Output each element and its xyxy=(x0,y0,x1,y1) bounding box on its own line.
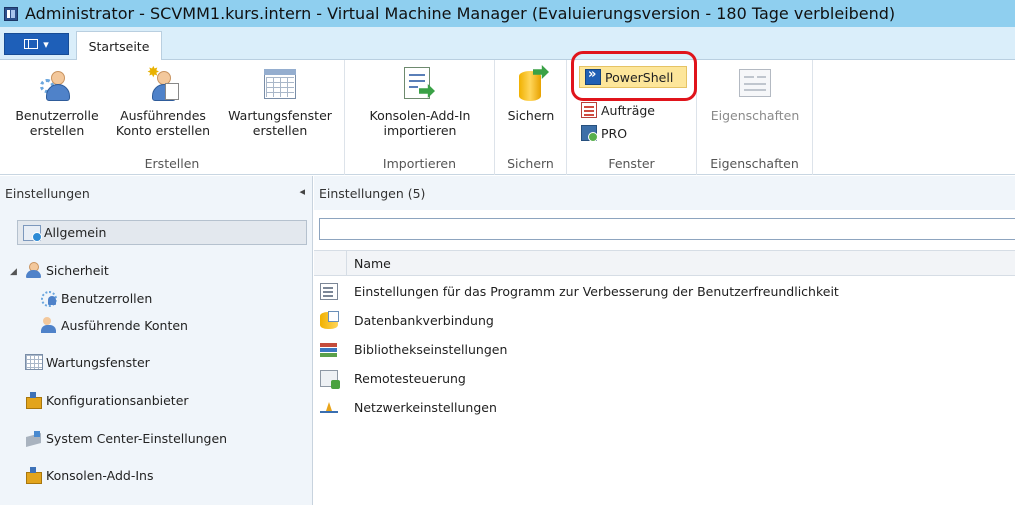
table-row[interactable]: Remotesteuerung xyxy=(314,364,1015,393)
nav-item-general[interactable]: Allgemein xyxy=(17,220,307,245)
backup-button[interactable]: Sichern xyxy=(499,65,563,123)
table-row[interactable]: Netzwerkeinstellungen xyxy=(314,393,1015,422)
network-settings-icon xyxy=(320,399,338,416)
properties-label: Eigenschaften xyxy=(710,108,800,123)
icon-column-header[interactable] xyxy=(314,250,347,276)
improvement-program-icon xyxy=(320,283,338,300)
properties-icon xyxy=(737,65,773,103)
create-maint-label-1: Wartungsfenster xyxy=(228,108,332,123)
nav-item-addins-label: Konsolen-Add-Ins xyxy=(46,467,154,483)
nav-item-user-roles-label: Benutzerrollen xyxy=(61,290,153,306)
import-console-addin-button[interactable]: Konsolen-Add-In importieren xyxy=(355,65,485,138)
nav-item-runas-label: Ausführende Konten xyxy=(61,317,188,333)
expand-triangle-icon[interactable]: ◢ xyxy=(10,267,17,277)
name-column-header[interactable]: Name xyxy=(347,256,391,271)
nav-item-general-label: Allgemein xyxy=(44,225,107,240)
create-runas-account-button[interactable]: ✸ Ausführendes Konto erstellen xyxy=(108,65,218,139)
user-role-icon xyxy=(39,65,75,103)
nav-item-runas-accounts[interactable]: Ausführende Konten xyxy=(40,317,188,333)
settings-list-pane: Einstellungen (5) Name Einstellungen für… xyxy=(314,176,1015,505)
jobs-label: Aufträge xyxy=(601,102,655,118)
nav-pane-title: Einstellungen xyxy=(5,185,90,201)
nav-item-config-label: Konfigurationsanbieter xyxy=(46,392,189,408)
create-maintenance-window-button[interactable]: Wartungsfenster erstellen xyxy=(220,65,340,138)
nav-item-security[interactable]: Sicherheit xyxy=(25,262,109,278)
jobs-icon xyxy=(581,102,597,118)
pro-icon xyxy=(581,125,598,142)
row-label: Einstellungen für das Programm zur Verbe… xyxy=(354,284,839,299)
database-backup-icon xyxy=(513,65,549,103)
list-pane-title: Einstellungen (5) xyxy=(319,185,426,201)
database-connection-icon xyxy=(320,311,339,329)
remote-control-icon xyxy=(320,370,340,389)
ribbon-group-properties: Eigenschaften Eigenschaften xyxy=(697,60,813,175)
runas-account-icon: ✸ xyxy=(145,65,181,103)
row-label: Netzwerkeinstellungen xyxy=(354,400,497,415)
tab-startseite[interactable]: Startseite xyxy=(76,31,162,61)
ribbon-group-import: Konsolen-Add-In importieren Importieren xyxy=(345,60,495,175)
properties-button[interactable]: Eigenschaften xyxy=(703,65,807,123)
nav-item-security-label: Sicherheit xyxy=(46,262,109,278)
runas-accounts-icon xyxy=(40,317,58,333)
powershell-highlight-annotation xyxy=(571,51,697,101)
ribbon-tab-row: ▾ Startseite xyxy=(0,27,1015,61)
console-addin-icon xyxy=(25,467,43,484)
nav-item-config-providers[interactable]: Konfigurationsanbieter xyxy=(25,392,189,409)
ribbon-group-create: Benutzerrolle erstellen ✸ Ausführendes K… xyxy=(0,60,345,175)
window-title: Administrator - SCVMM1.kurs.intern - Vir… xyxy=(25,4,896,23)
ribbon: Benutzerrolle erstellen ✸ Ausführendes K… xyxy=(0,51,1015,175)
backup-label: Sichern xyxy=(507,108,555,123)
general-settings-icon xyxy=(23,224,42,242)
search-input[interactable] xyxy=(319,218,1015,240)
ribbon-group-backup: Sichern Sichern xyxy=(495,60,567,175)
system-center-icon xyxy=(25,430,43,446)
nav-item-user-roles[interactable]: Benutzerrollen xyxy=(40,290,153,307)
table-row[interactable]: Bibliothekseinstellungen xyxy=(314,335,1015,364)
maintenance-calendar-icon xyxy=(25,354,43,370)
nav-item-sc-label: System Center-Einstellungen xyxy=(46,430,228,446)
table-row[interactable]: Datenbankverbindung xyxy=(314,306,1015,335)
addin-import-icon xyxy=(402,65,438,103)
calendar-icon xyxy=(262,65,298,103)
row-label: Datenbankverbindung xyxy=(354,313,494,328)
group-label-backup: Sichern xyxy=(507,156,554,171)
table-header: Name xyxy=(314,250,1015,276)
security-users-icon xyxy=(25,262,43,278)
pro-label: PRO xyxy=(601,125,628,141)
collapse-pane-icon[interactable]: ◂ xyxy=(299,185,305,198)
dropdown-arrow-icon: ▾ xyxy=(43,37,49,51)
nav-pane-header: Einstellungen ◂ xyxy=(0,176,313,210)
file-menu-button[interactable]: ▾ xyxy=(4,33,69,55)
group-label-import: Importieren xyxy=(382,156,457,171)
app-icon xyxy=(4,6,18,21)
settings-nav-pane: Einstellungen ◂ Allgemein ◢ Sicherheit B… xyxy=(0,176,313,505)
create-runas-label-2: Konto erstellen xyxy=(115,123,211,138)
create-user-role-label-2: erstellen xyxy=(29,123,85,138)
group-label-window: Fenster xyxy=(608,156,655,171)
table-row[interactable]: Einstellungen für das Programm zur Verbe… xyxy=(314,277,1015,306)
import-addin-label-1: Konsolen-Add-In xyxy=(369,108,471,123)
import-addin-label-2: importieren xyxy=(383,123,457,138)
user-roles-icon xyxy=(40,290,58,307)
create-runas-label-1: Ausführendes xyxy=(120,108,206,123)
library-settings-icon xyxy=(320,341,338,358)
row-label: Bibliothekseinstellungen xyxy=(354,342,508,357)
jobs-button[interactable]: Aufträge xyxy=(581,99,655,121)
nav-item-system-center-settings[interactable]: System Center-Einstellungen xyxy=(25,430,227,446)
nav-item-console-addins[interactable]: Konsolen-Add-Ins xyxy=(25,467,154,484)
group-label-create: Erstellen xyxy=(144,156,200,171)
create-user-role-label-1: Benutzerrolle xyxy=(15,108,99,123)
create-user-role-button[interactable]: Benutzerrolle erstellen xyxy=(8,65,106,138)
nav-item-maintenance-label: Wartungsfenster xyxy=(46,354,150,370)
config-provider-icon xyxy=(25,392,43,409)
create-maint-label-2: erstellen xyxy=(252,123,308,138)
nav-item-maintenance-windows[interactable]: Wartungsfenster xyxy=(25,354,150,370)
pro-button[interactable]: PRO xyxy=(581,122,627,144)
row-label: Remotesteuerung xyxy=(354,371,466,386)
group-label-properties: Eigenschaften xyxy=(710,156,799,171)
list-pane-header: Einstellungen (5) xyxy=(314,176,1015,210)
menu-icon xyxy=(24,39,39,49)
title-bar: Administrator - SCVMM1.kurs.intern - Vir… xyxy=(0,0,1015,27)
